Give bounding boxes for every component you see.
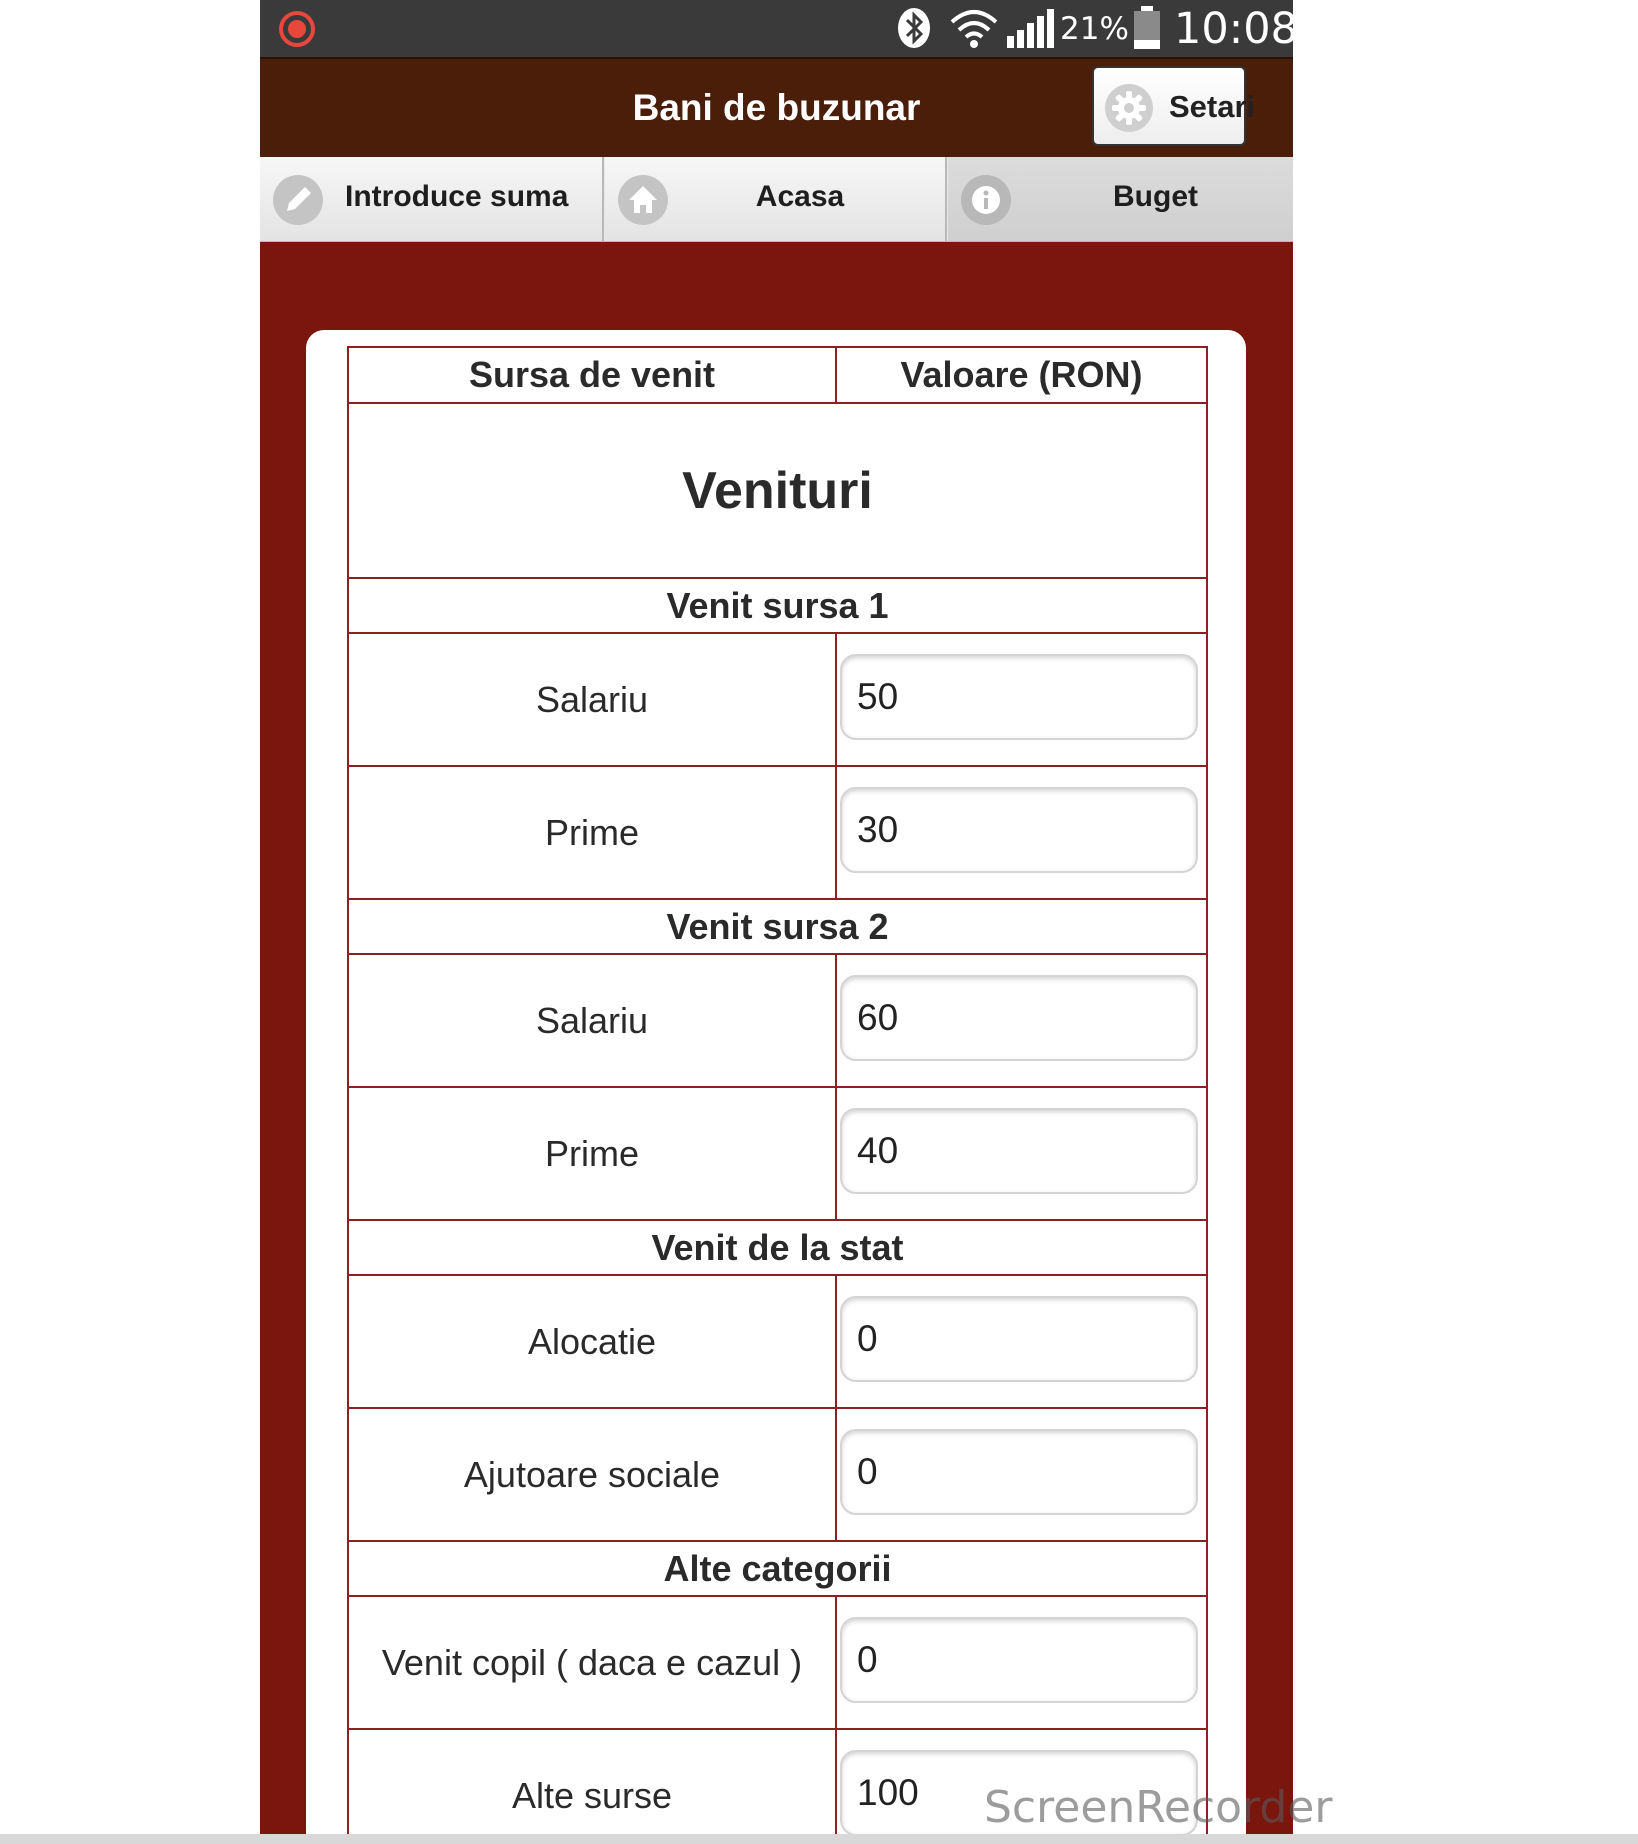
wifi-icon [950,10,998,48]
pencil-icon [273,175,323,225]
table-row: Venit copil ( daca e cazul ) [347,1595,1208,1730]
content-card: Sursa de venit Valoare (RON) Venituri Ve… [306,330,1246,1834]
value-input[interactable] [840,787,1198,873]
settings-label: Setari [1169,89,1256,124]
item-label: Salariu [347,953,837,1088]
column-header-value: Valoare (RON) [835,346,1208,404]
app-header: Bani de buzunar Setari [260,57,1293,159]
bluetooth-icon [898,8,930,48]
table-row: Prime [347,765,1208,900]
table-row: Salariu [347,953,1208,1088]
item-label: Venit copil ( daca e cazul ) [347,1595,837,1730]
battery-icon [1134,6,1160,49]
group-title: Venit de la stat [347,1219,1208,1276]
tab-label: Buget [1113,180,1198,213]
item-label: Salariu [347,632,837,767]
tab-label: Introduce suma [345,180,569,213]
value-input[interactable] [840,1108,1198,1194]
income-table: Sursa de venit Valoare (RON) Venituri Ve… [347,346,1208,1834]
status-bar: 21% 10:08 [260,0,1293,57]
table-row: Ajutoare sociale [347,1407,1208,1542]
group-title: Alte categorii [347,1540,1208,1597]
table-header-row: Sursa de venit Valoare (RON) [347,346,1208,404]
table-row: Prime [347,1086,1208,1221]
bottom-divider [0,1834,1638,1844]
battery-percent: 21% [1060,11,1129,47]
section-title: Venituri [347,402,1208,579]
group-title: Venit sursa 1 [347,577,1208,634]
table-row: Salariu [347,632,1208,767]
item-label: Prime [347,765,837,900]
tab-buget[interactable]: Buget [948,157,1293,241]
record-icon [279,11,315,47]
settings-button[interactable]: Setari [1092,66,1255,146]
value-input[interactable] [840,1296,1198,1382]
tab-bar: Introduce suma Acasa Buget [260,157,1293,242]
item-label: Prime [347,1086,837,1221]
clock: 10:08 [1174,4,1293,54]
item-label: Alte surse [347,1728,837,1834]
gear-icon [1105,84,1153,132]
group-title: Venit sursa 2 [347,898,1208,955]
tab-acasa[interactable]: Acasa [605,157,947,241]
value-input[interactable] [840,1617,1198,1703]
item-label: Alocatie [347,1274,837,1409]
signal-icon [1007,9,1054,48]
tab-introduce-suma[interactable]: Introduce suma [260,157,604,241]
tab-label: Acasa [755,180,845,213]
value-input[interactable] [840,654,1198,740]
watermark: ScreenRecorder [984,1782,1333,1833]
column-header-source: Sursa de venit [347,346,837,404]
value-input[interactable] [840,975,1198,1061]
table-row: Alocatie [347,1274,1208,1409]
phone-screen: 21% 10:08 Bani de buzunar Setari Introdu… [260,0,1293,1834]
item-label: Ajutoare sociale [347,1407,837,1542]
value-input[interactable] [840,1429,1198,1515]
